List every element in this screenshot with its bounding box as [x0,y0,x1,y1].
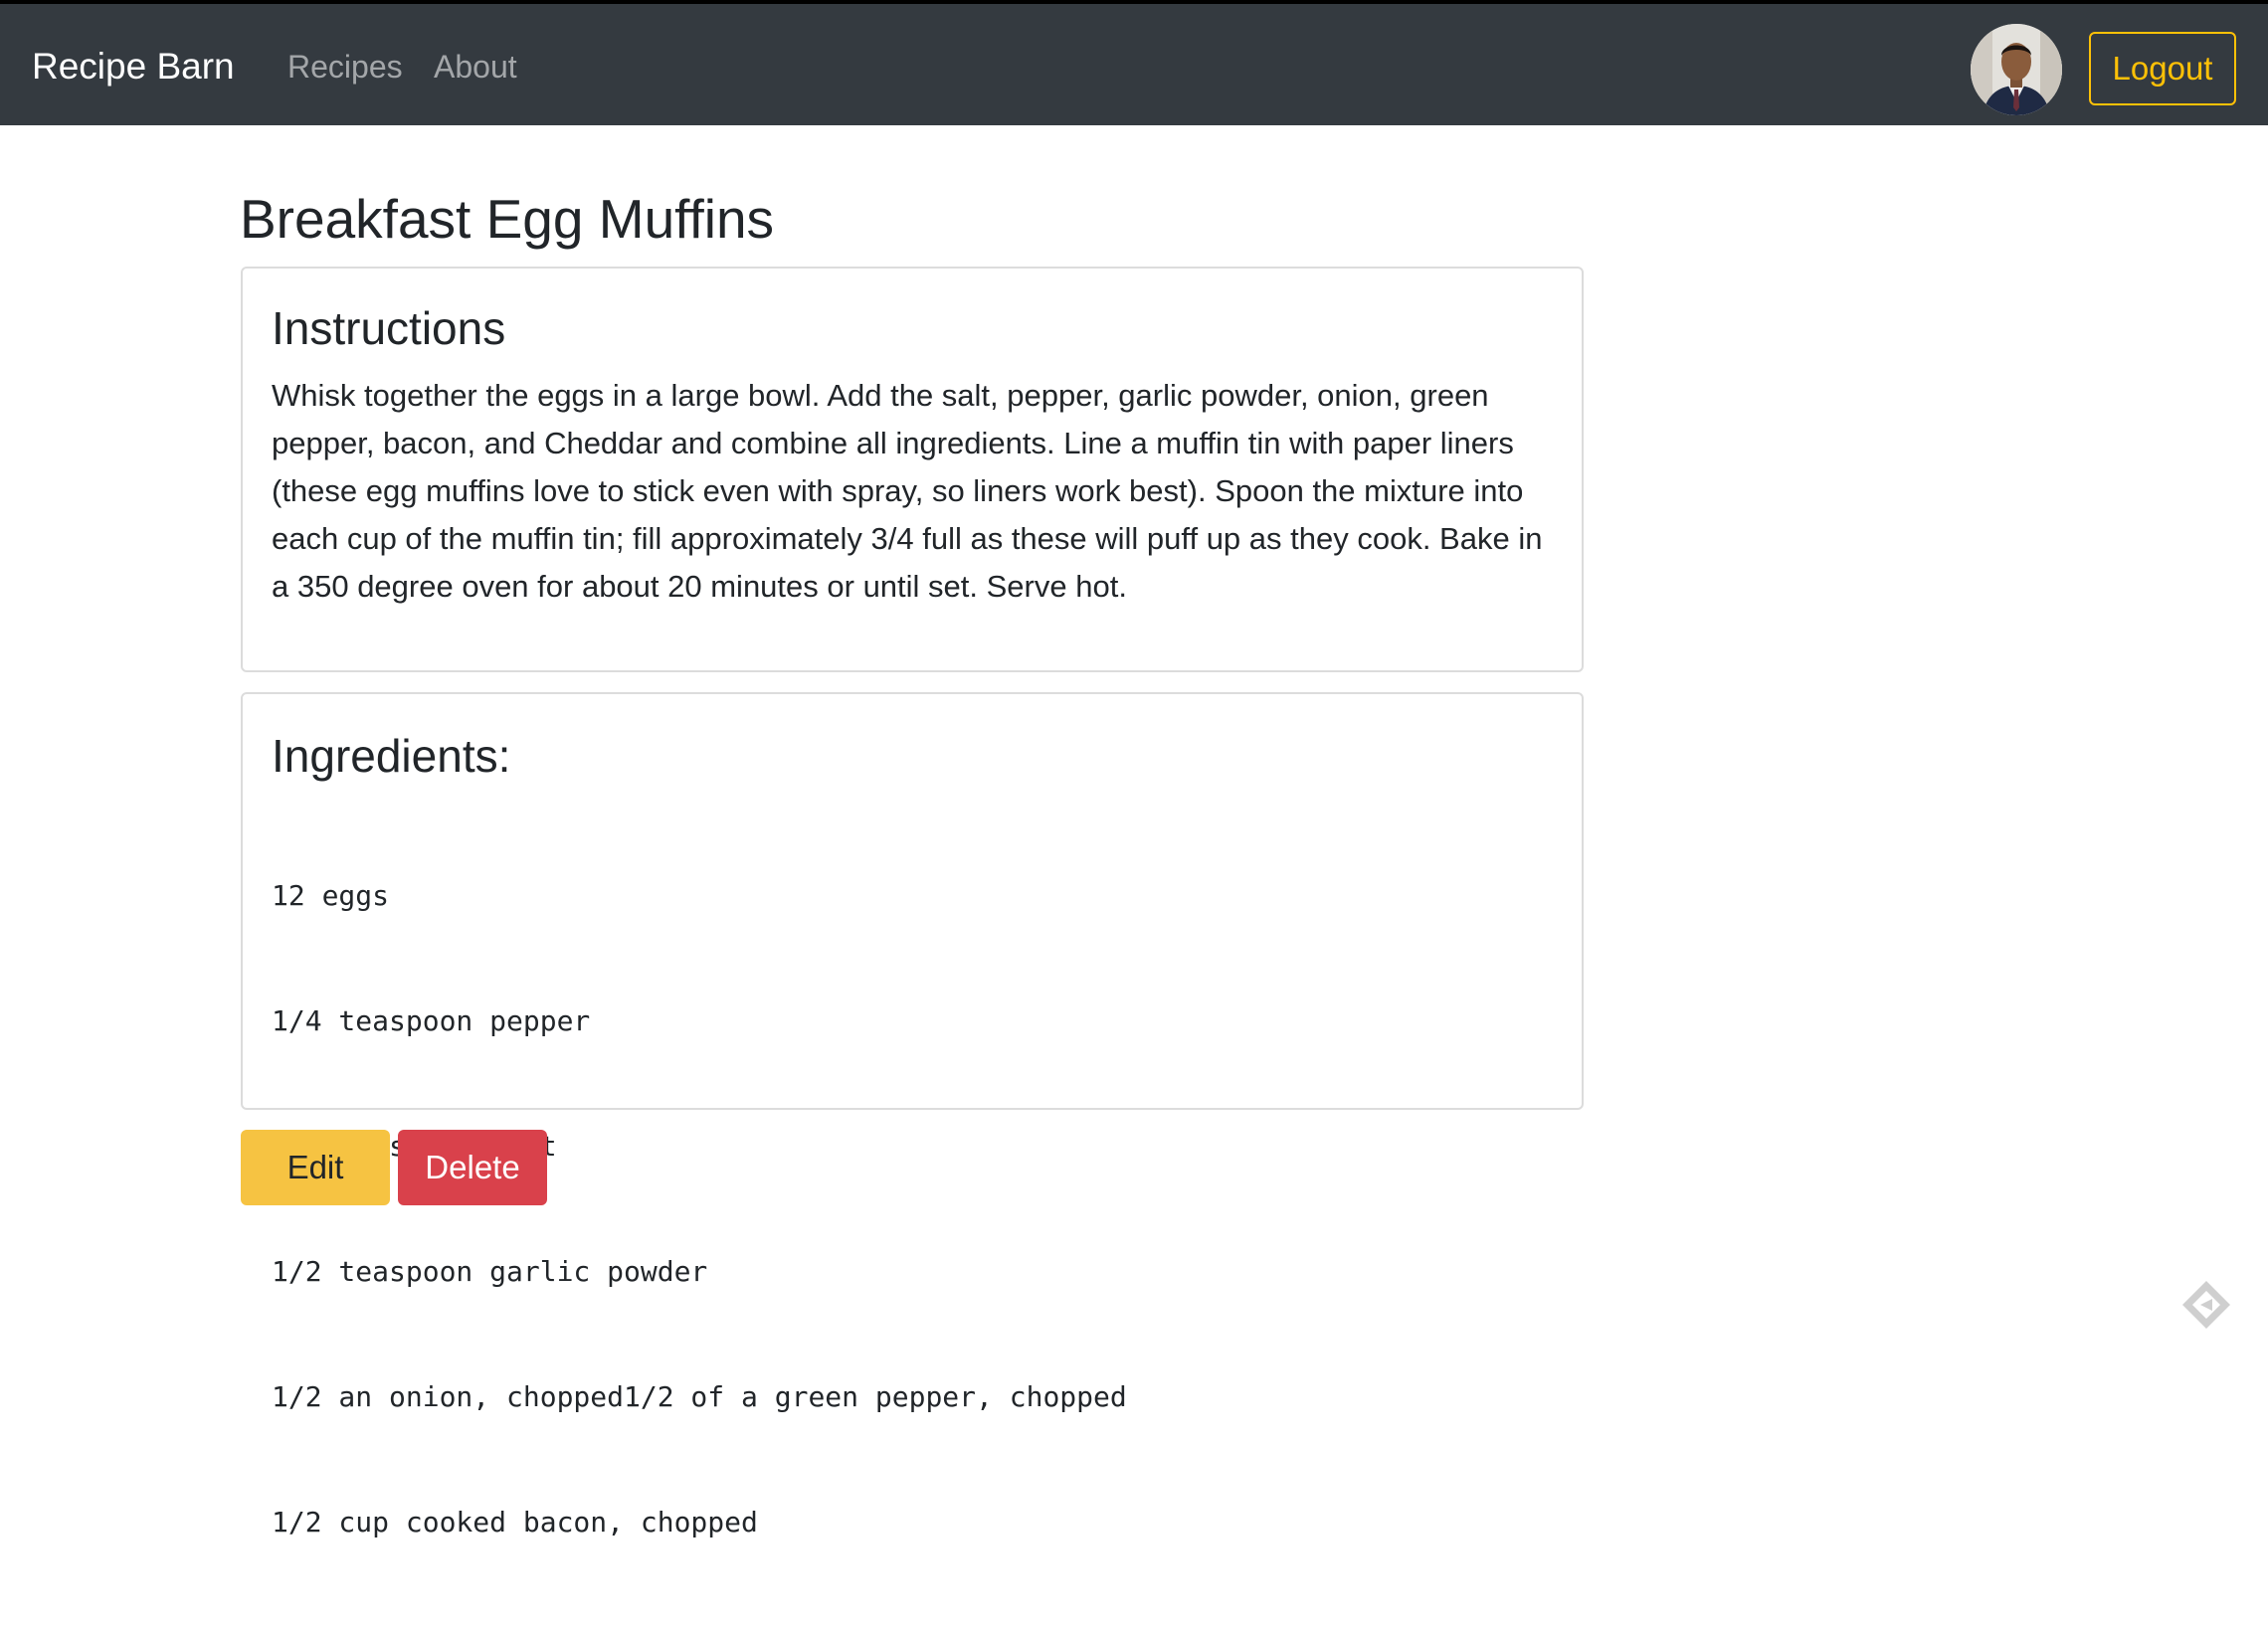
ingredient-item: 1/2 teaspoon garlic powder [272,1255,708,1288]
ingredients-list: 12 eggs 1/4 teaspoon pepper 1/2 teaspoon… [272,792,1127,1627]
page-title: Breakfast Egg Muffins [240,188,775,250]
ingredient-item: 1/4 teaspoon pepper [272,1004,591,1037]
instructions-text: Whisk together the eggs in a large bowl.… [272,378,1543,604]
ingredient-item: 1/2 cup cooked bacon, chopped [272,1506,758,1538]
edit-button[interactable]: Edit [241,1130,390,1205]
ingredients-card: Ingredients: 12 eggs 1/4 teaspoon pepper… [241,692,1584,1538]
instructions-heading: Instructions [272,302,506,354]
user-avatar-icon [1971,24,2062,115]
ingredients-heading: Ingredients: [272,730,511,782]
ingredient-item: 12 eggs [272,879,390,912]
diamond-logo-icon[interactable] [2178,1277,2234,1333]
navbar: Recipe Barn Recipes About Logout [0,4,2268,125]
nav-link-about[interactable]: About [434,44,517,90]
logout-button[interactable]: Logout [2089,32,2236,105]
nav-link-recipes[interactable]: Recipes [287,44,403,90]
delete-button[interactable]: Delete [398,1130,547,1205]
ingredient-item: 1/2 an onion, chopped1/2 of a green pepp… [272,1380,1127,1413]
avatar[interactable] [1971,24,2062,115]
instructions-card: Instructions Whisk together the eggs in … [241,267,1584,672]
brand-logo[interactable]: Recipe Barn [32,42,235,91]
